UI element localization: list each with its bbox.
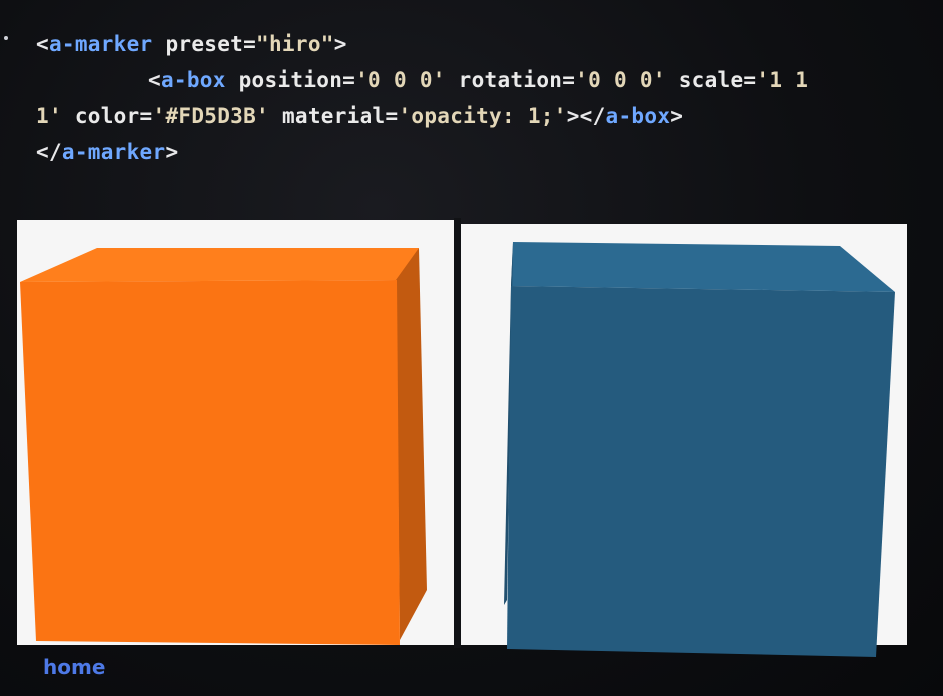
orange-box-front-face [20, 280, 400, 645]
orange-box-side-face [396, 248, 427, 640]
blue-box-front-face [507, 286, 895, 657]
blue-box-top-face [511, 242, 895, 292]
home-link[interactable]: home [43, 655, 105, 679]
rendered-boxes [20, 242, 895, 657]
orange-box-top-face [20, 248, 419, 282]
